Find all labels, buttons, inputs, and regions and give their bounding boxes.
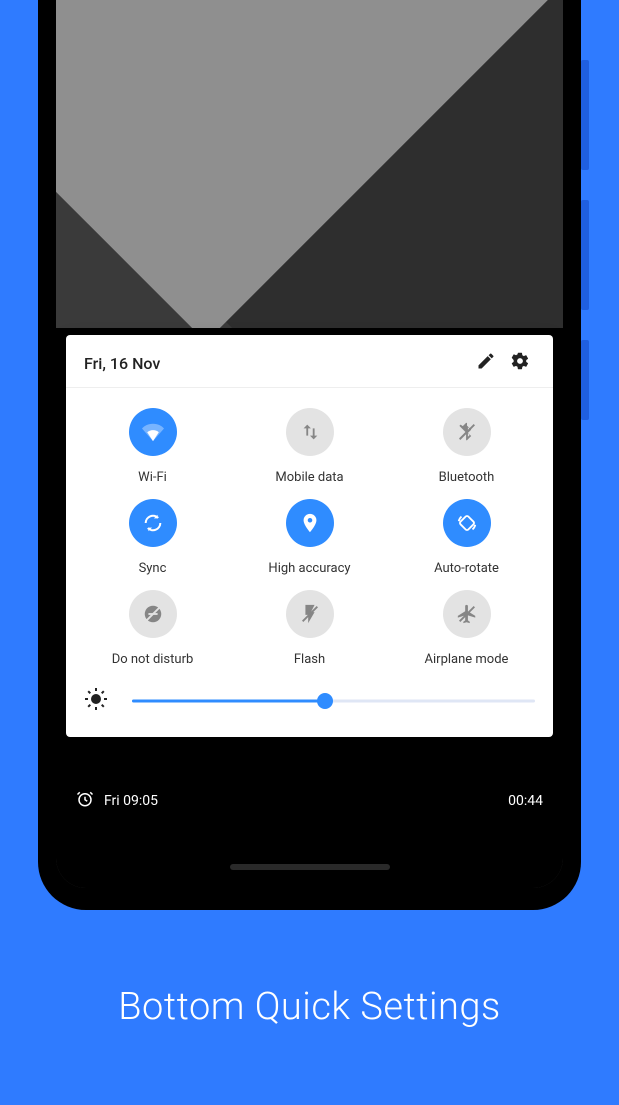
wifi-icon xyxy=(129,408,177,456)
tile-label: Flash xyxy=(294,652,325,667)
location-icon xyxy=(286,499,334,547)
tile-wifi[interactable]: Wi-Fi xyxy=(74,408,231,485)
flash-icon xyxy=(286,590,334,638)
panel-header: Fri, 16 Nov xyxy=(66,335,553,388)
brightness-icon xyxy=(84,687,108,715)
rotate-icon xyxy=(443,499,491,547)
tile-auto-rotate[interactable]: Auto-rotate xyxy=(388,499,545,576)
tile-bluetooth[interactable]: Bluetooth xyxy=(388,408,545,485)
tile-label: Bluetooth xyxy=(439,470,495,485)
bluetooth-icon xyxy=(443,408,491,456)
tile-sync[interactable]: Sync xyxy=(74,499,231,576)
tile-mobile-data[interactable]: Mobile data xyxy=(231,408,388,485)
tiles-grid: Wi-Fi Mobile data Bluetooth xyxy=(66,388,553,671)
panel-date: Fri, 16 Nov xyxy=(84,354,469,373)
tile-flash[interactable]: Flash xyxy=(231,590,388,667)
tile-label: Do not disturb xyxy=(112,652,194,667)
phone-side-buttons xyxy=(581,60,589,450)
caption-text: Bottom Quick Settings xyxy=(0,985,619,1029)
tile-label: Wi-Fi xyxy=(138,470,167,485)
edit-icon[interactable] xyxy=(469,351,503,375)
sync-icon xyxy=(129,499,177,547)
gear-icon[interactable] xyxy=(503,351,537,375)
status-right-text: 00:44 xyxy=(508,793,543,809)
tile-label: Airplane mode xyxy=(425,652,509,667)
alarm-icon xyxy=(76,790,104,812)
status-left-text: Fri 09:05 xyxy=(104,793,158,809)
home-indicator[interactable] xyxy=(230,864,390,870)
phone-screen: Fri, 16 Nov Wi-Fi xyxy=(56,0,563,888)
airplane-icon xyxy=(443,590,491,638)
tile-label: Auto-rotate xyxy=(434,561,499,576)
tile-dnd[interactable]: Do not disturb xyxy=(74,590,231,667)
tile-airplane[interactable]: Airplane mode xyxy=(388,590,545,667)
mobile-data-icon xyxy=(286,408,334,456)
phone-frame: Fri, 16 Nov Wi-Fi xyxy=(38,0,581,910)
quick-settings-panel: Fri, 16 Nov Wi-Fi xyxy=(66,335,553,737)
tile-location[interactable]: High accuracy xyxy=(231,499,388,576)
nav-status-bar: Fri 09:05 00:44 xyxy=(66,790,553,812)
tile-label: Mobile data xyxy=(275,470,343,485)
brightness-slider[interactable] xyxy=(132,691,535,711)
brightness-row xyxy=(66,671,553,737)
dnd-icon xyxy=(129,590,177,638)
tile-label: Sync xyxy=(139,561,167,576)
tile-label: High accuracy xyxy=(268,561,350,576)
